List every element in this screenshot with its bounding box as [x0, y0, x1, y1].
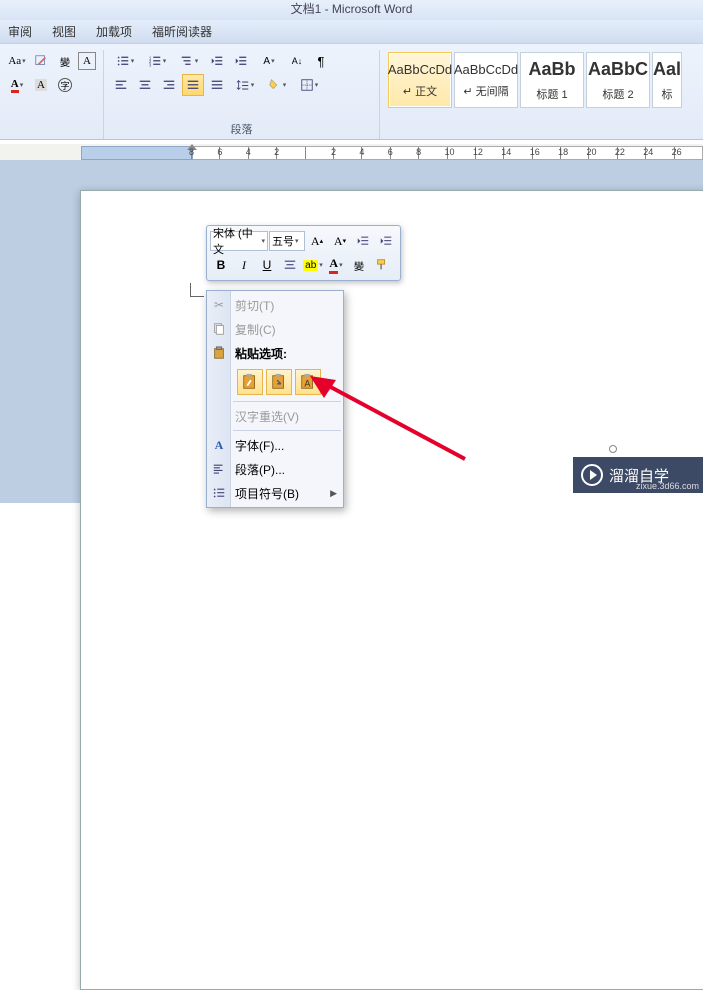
group-label-paragraph: 段落 — [110, 121, 373, 139]
phonetic-guide-button[interactable]: 變 — [54, 50, 76, 72]
window-title: 文档1 - Microsoft Word — [291, 2, 413, 16]
ctx-bullets[interactable]: 项目符号(B) ▶ — [207, 481, 343, 505]
ribbon: Aa▾ 變 A A▾ A 字 ▾ 123▾ ▾ A▾ A↓ ¶ — [0, 44, 703, 140]
style-no-spacing[interactable]: AaBbCcDd ↵ 无间隔 — [454, 52, 518, 108]
style-heading2[interactable]: AaBbC 标题 2 — [586, 52, 650, 108]
cut-icon: ✂ — [214, 298, 224, 312]
svg-text:A: A — [304, 379, 310, 389]
tab-review[interactable]: 审阅 — [8, 23, 32, 40]
character-border-button[interactable]: A — [78, 52, 96, 70]
mini-grow-font-button[interactable]: A▴ — [306, 230, 328, 252]
ribbon-group-styles: AaBbCcDd ↵ 正文 AaBbCcDd ↵ 无间隔 AaBb 标题 1 A… — [380, 50, 703, 139]
tab-addins[interactable]: 加载项 — [96, 23, 132, 40]
ctx-paste-options-label: 粘贴选项: — [207, 341, 343, 365]
style-heading3[interactable]: Aal 标 — [652, 52, 682, 108]
svg-text:3: 3 — [149, 62, 152, 67]
bullets-icon — [212, 486, 226, 500]
paragraph-icon — [212, 462, 226, 476]
mini-format-painter-button[interactable] — [371, 254, 393, 276]
align-left-button[interactable] — [110, 74, 132, 96]
ctx-cut[interactable]: ✂ 剪切(T) — [207, 293, 343, 317]
styles-gallery[interactable]: AaBbCcDd ↵ 正文 AaBbCcDd ↵ 无间隔 AaBb 标题 1 A… — [386, 50, 697, 110]
mini-font-color-button[interactable]: A▾ — [325, 254, 347, 276]
multilevel-list-button[interactable]: ▾ — [174, 50, 204, 72]
mini-underline-button[interactable]: U — [256, 254, 278, 276]
mini-align-center-button[interactable] — [279, 254, 301, 276]
ctx-font[interactable]: A 字体(F)... — [207, 433, 343, 457]
style-normal[interactable]: AaBbCcDd ↵ 正文 — [388, 52, 452, 108]
watermark-url: zixue.3d66.com — [636, 481, 699, 491]
text-cursor-mark — [190, 283, 204, 297]
mini-phonetic-button[interactable]: 變 — [348, 254, 370, 276]
document-page[interactable] — [80, 190, 703, 990]
context-menu: ✂ 剪切(T) 复制(C) 粘贴选项: A 汉字重选(V) A 字体(F)...… — [206, 290, 344, 508]
group-label-font — [6, 137, 97, 139]
ribbon-tabs: 审阅 视图 加载项 福昕阅读器 — [0, 20, 703, 44]
font-color-button[interactable]: A▾ — [6, 74, 28, 96]
borders-button[interactable]: ▾ — [294, 74, 324, 96]
ribbon-group-font: Aa▾ 變 A A▾ A 字 — [0, 50, 104, 139]
tab-view[interactable]: 视图 — [52, 23, 76, 40]
play-icon — [581, 464, 603, 486]
title-bar: 文档1 - Microsoft Word — [0, 0, 703, 20]
style-heading1[interactable]: AaBb 标题 1 — [520, 52, 584, 108]
ctx-reconvert[interactable]: 汉字重选(V) — [207, 404, 343, 428]
align-right-button[interactable] — [158, 74, 180, 96]
clear-formatting-button[interactable] — [30, 50, 52, 72]
character-shading-button[interactable]: A — [30, 74, 52, 96]
shading-button[interactable]: ▾ — [262, 74, 292, 96]
mini-font-size[interactable]: 五号▾ — [269, 231, 305, 251]
numbering-button[interactable]: 123▾ — [142, 50, 172, 72]
enclose-characters-button[interactable]: 字 — [54, 74, 76, 96]
ctx-copy[interactable]: 复制(C) — [207, 317, 343, 341]
mini-toolbar: 宋体 (中文▾ 五号▾ A▴ A▾ B I U ab▾ A▾ 變 — [206, 225, 401, 281]
align-justify-button[interactable] — [182, 74, 204, 96]
mini-italic-button[interactable]: I — [233, 254, 255, 276]
align-center-button[interactable] — [134, 74, 156, 96]
bullets-button[interactable]: ▾ — [110, 50, 140, 72]
mini-font-name[interactable]: 宋体 (中文▾ — [210, 231, 268, 251]
mini-highlight-button[interactable]: ab▾ — [302, 254, 324, 276]
increase-indent-button[interactable] — [230, 50, 252, 72]
distributed-button[interactable] — [206, 74, 228, 96]
copy-icon — [212, 322, 226, 336]
paste-text-only-button[interactable]: A — [295, 369, 321, 395]
font-icon: A — [215, 438, 224, 453]
grow-font-button[interactable]: Aa▾ — [6, 50, 28, 72]
submenu-arrow-icon: ▶ — [330, 488, 337, 499]
paste-keep-source-button[interactable] — [237, 369, 263, 395]
watermark: 溜溜自学 zixue.3d66.com — [573, 457, 703, 493]
sort-button[interactable]: A↓ — [286, 50, 308, 72]
ctx-paragraph[interactable]: 段落(P)... — [207, 457, 343, 481]
mini-increase-indent-button[interactable] — [375, 230, 397, 252]
mini-bold-button[interactable]: B — [210, 254, 232, 276]
ribbon-group-paragraph: ▾ 123▾ ▾ A▾ A↓ ¶ ▾ ▾ ▾ 段落 — [104, 50, 380, 139]
paste-icon — [212, 346, 226, 360]
tab-foxit[interactable]: 福昕阅读器 — [152, 23, 212, 40]
text-direction-button[interactable]: A▾ — [254, 50, 284, 72]
paste-merge-formatting-button[interactable] — [266, 369, 292, 395]
mini-decrease-indent-button[interactable] — [352, 230, 374, 252]
mini-shrink-font-button[interactable]: A▾ — [329, 230, 351, 252]
decrease-indent-button[interactable] — [206, 50, 228, 72]
line-spacing-button[interactable]: ▾ — [230, 74, 260, 96]
show-hide-button[interactable]: ¶ — [310, 50, 332, 72]
document-area — [0, 160, 703, 503]
